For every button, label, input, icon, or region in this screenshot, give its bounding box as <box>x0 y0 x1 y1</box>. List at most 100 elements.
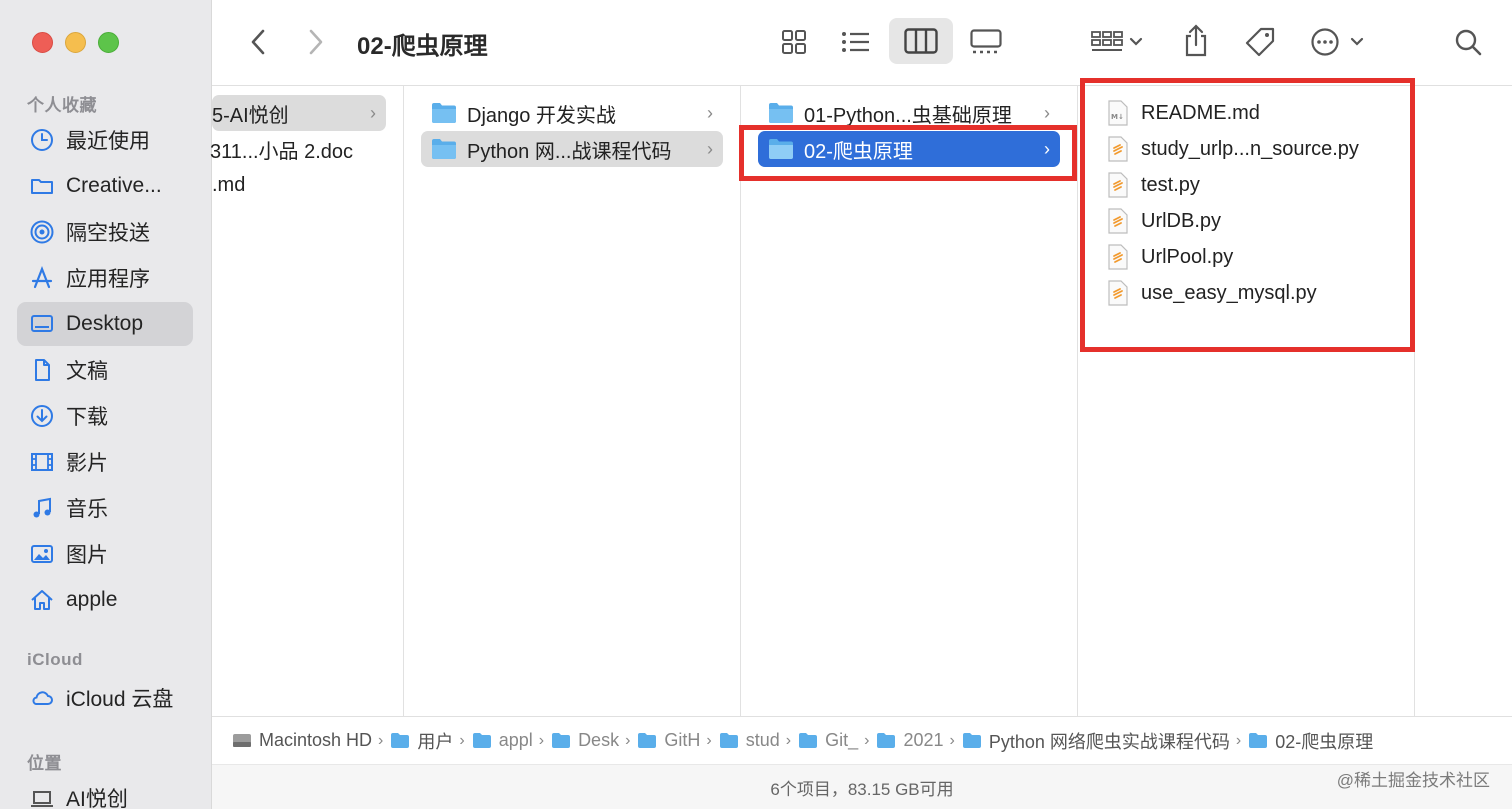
path-item[interactable]: 2021 › <box>876 730 961 751</box>
sidebar-item-airdrop[interactable]: 隔空投送 <box>17 210 193 254</box>
minimize-button[interactable] <box>65 32 86 53</box>
sidebar-item-documents[interactable]: 文稿 <box>17 348 193 392</box>
clock-icon <box>29 127 55 153</box>
group-icon <box>1091 31 1143 51</box>
sidebar-item-label: AI悦创 <box>66 788 128 809</box>
grid-icon <box>782 30 806 54</box>
film-icon <box>29 449 55 475</box>
back-button[interactable] <box>244 26 272 58</box>
status-bar: 6个项目，83.15 GB可用 <box>212 764 1512 809</box>
toolbar: 02-爬虫原理 <box>212 0 1512 86</box>
cloud-icon <box>29 685 55 711</box>
home-folder-icon <box>472 733 491 748</box>
sidebar-item-home[interactable]: apple <box>17 578 193 622</box>
columns-icon <box>904 28 938 54</box>
chevron-right-icon: › <box>707 102 713 123</box>
search-icon <box>1455 29 1482 56</box>
list-item[interactable]: 5-AI悦创 › <box>212 95 386 131</box>
folder-icon <box>391 733 410 748</box>
music-icon <box>29 495 55 521</box>
sidebar-item-label: 最近使用 <box>66 130 150 153</box>
forward-button[interactable] <box>302 26 330 58</box>
icon-view-button[interactable] <box>772 22 816 62</box>
chevron-right-icon <box>309 29 323 55</box>
gallery-view-button[interactable] <box>964 22 1008 62</box>
chevron-right-icon: › <box>1044 102 1050 123</box>
desktop-icon <box>29 311 55 337</box>
share-icon <box>1185 24 1207 57</box>
highlight-box-files <box>1080 78 1415 352</box>
path-item[interactable]: 02-爬虫原理 <box>1248 728 1373 754</box>
sidebar-item-label: Creative... <box>66 174 162 197</box>
folder-icon <box>1249 733 1268 748</box>
hard-drive-icon <box>233 734 251 747</box>
sidebar-item-label: 隔空投送 <box>66 222 150 245</box>
path-item[interactable]: stud › <box>719 730 798 751</box>
column-view-button[interactable] <box>889 18 953 64</box>
list-item[interactable]: .md <box>212 167 402 203</box>
folder-icon <box>962 733 981 748</box>
list-item[interactable]: 311...小品 2.doc <box>210 131 400 167</box>
sidebar-item-recents[interactable]: 最近使用 <box>17 118 193 162</box>
tag-icon <box>1245 27 1275 57</box>
sidebar-item-desktop[interactable]: Desktop <box>17 302 193 346</box>
path-item[interactable]: Macintosh HD › <box>232 730 390 751</box>
chevron-right-icon: › <box>370 102 376 123</box>
watermark: @稀土掘金技术社区 <box>1336 771 1490 790</box>
sidebar-item-label: 下载 <box>66 406 108 429</box>
path-item[interactable]: Desk › <box>551 730 637 751</box>
folder-icon <box>432 103 456 123</box>
folder-icon <box>877 733 896 748</box>
window-title: 02-爬虫原理 <box>357 33 488 60</box>
photo-icon <box>29 541 55 567</box>
favorites-header: 个人收藏 <box>27 96 97 115</box>
sidebar-item-pictures[interactable]: 图片 <box>17 532 193 576</box>
sidebar-item-icloud-drive[interactable]: iCloud 云盘 <box>17 676 193 720</box>
tag-button[interactable] <box>1240 22 1280 62</box>
sidebar-item-label: 音乐 <box>66 498 108 521</box>
applications-icon <box>29 265 55 291</box>
sidebar-item-creative[interactable]: Creative... <box>17 164 193 208</box>
close-button[interactable] <box>32 32 53 53</box>
more-actions-button[interactable] <box>1308 22 1368 62</box>
sidebar-item-label: 文稿 <box>66 360 108 383</box>
sidebar-item-downloads[interactable]: 下载 <box>17 394 193 438</box>
download-icon <box>29 403 55 429</box>
folder-icon <box>432 139 456 159</box>
folder-icon <box>29 173 55 199</box>
zoom-button[interactable] <box>98 32 119 53</box>
path-bar: Macintosh HD › 用户 › appl › Desk › GitH › stud… <box>212 716 1512 764</box>
list-view-button[interactable] <box>834 22 878 62</box>
chevron-left-icon <box>251 29 265 55</box>
search-button[interactable] <box>1450 24 1486 60</box>
path-item[interactable]: 用户 › <box>390 728 471 754</box>
highlight-box-folder <box>739 125 1077 181</box>
sidebar-item-label: iCloud 云盘 <box>66 688 174 711</box>
column-2: Django 开发实战 › Python 网...战课程代码 › <box>404 86 741 716</box>
list-item[interactable]: Django 开发实战 › <box>421 95 723 131</box>
column-1: 5-AI悦创 › 311...小品 2.doc .md <box>210 86 404 716</box>
locations-header: 位置 <box>27 754 62 773</box>
home-icon <box>29 587 55 613</box>
path-item[interactable]: appl › <box>472 730 551 751</box>
folder-icon <box>799 733 818 748</box>
sidebar-item-music[interactable]: 音乐 <box>17 486 193 530</box>
sidebar-item-movies[interactable]: 影片 <box>17 440 193 484</box>
desktop-folder-icon <box>552 733 571 748</box>
path-item[interactable]: GitH › <box>637 730 718 751</box>
share-button[interactable] <box>1178 20 1214 62</box>
list-item[interactable]: Python 网...战课程代码 › <box>421 131 723 167</box>
group-by-button[interactable] <box>1088 22 1148 62</box>
sidebar: 个人收藏 最近使用 Creative... 隔空投送 应用程序 Desktop … <box>0 0 212 809</box>
chevron-right-icon: › <box>707 138 713 159</box>
sidebar-item-label: apple <box>66 588 118 611</box>
path-item[interactable]: Git_ › <box>798 730 876 751</box>
sidebar-item-laptop[interactable]: AI悦创 <box>17 776 193 809</box>
sidebar-item-applications[interactable]: 应用程序 <box>17 256 193 300</box>
finder-window: 个人收藏 最近使用 Creative... 隔空投送 应用程序 Desktop … <box>0 0 1512 809</box>
icloud-header: iCloud <box>27 650 83 669</box>
sidebar-item-label: 影片 <box>66 452 108 475</box>
list-icon <box>842 32 869 52</box>
laptop-icon <box>29 785 55 809</box>
path-item[interactable]: Python 网络爬虫实战课程代码 › <box>962 728 1248 754</box>
